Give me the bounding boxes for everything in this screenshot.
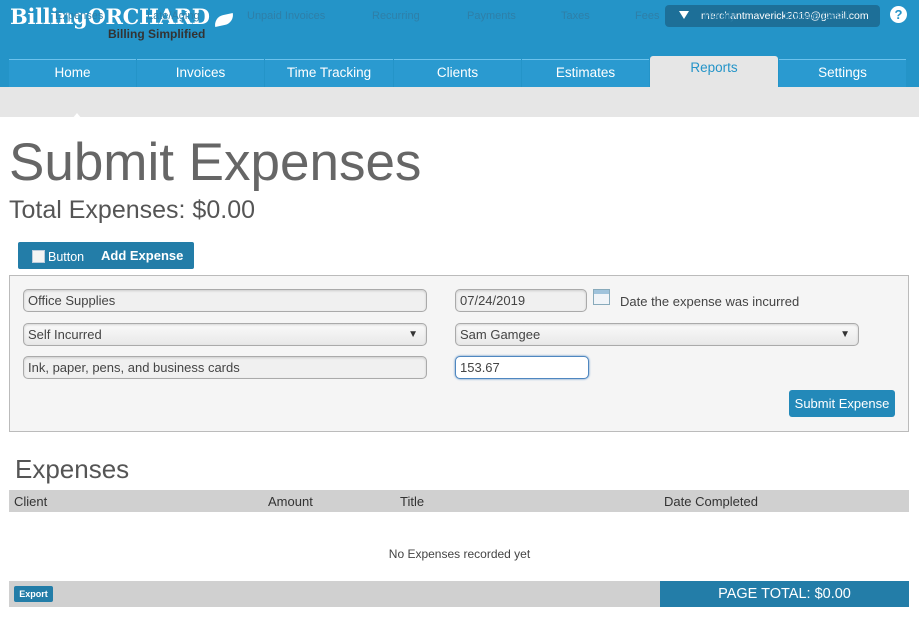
selected-pointer — [72, 113, 82, 119]
app-logo[interactable]: BillingORCHARD — [10, 4, 235, 29]
empty-message: No Expenses recorded yet — [388, 547, 531, 561]
page-total: PAGE TOTAL: $0.00 — [660, 581, 909, 607]
logo-tagline: Billing Simplified — [108, 27, 206, 41]
submit-expense-button[interactable]: Submit Expense — [789, 390, 895, 417]
help-icon[interactable]: ? — [890, 6, 907, 23]
calendar-icon[interactable] — [593, 289, 610, 305]
subnav-late-aging[interactable]: Late/Aging — [147, 10, 200, 22]
source-select[interactable]: Self Incurred ▼ — [23, 323, 427, 346]
description-field[interactable]: Ink, paper, pens, and business cards — [23, 356, 427, 379]
amount-field[interactable]: 153.67 — [455, 356, 589, 379]
add-expense-button[interactable]: Button Add Expense — [18, 242, 194, 269]
subnav-payments[interactable]: Payments — [467, 10, 516, 22]
tab-reports[interactable]: Reports — [650, 56, 778, 90]
tab-invoices[interactable]: Invoices — [137, 59, 264, 87]
tab-estimates[interactable]: Estimates — [522, 59, 649, 87]
page-title: Submit Expenses — [9, 133, 422, 192]
subnav-recurring[interactable]: Recurring — [372, 10, 420, 22]
date-hint: Date the expense was incurred — [620, 294, 800, 309]
total-expenses: Total Expenses: $0.00 — [9, 196, 255, 224]
subnav-hourly[interactable]: Hourly — [704, 10, 736, 22]
source-select-value: Self Incurred — [28, 327, 102, 342]
tab-time-tracking[interactable]: Time Tracking — [265, 59, 393, 87]
category-field[interactable]: Office Supplies — [23, 289, 427, 312]
column-client[interactable]: Client — [14, 494, 47, 509]
expenses-heading: Expenses — [15, 454, 130, 484]
column-date-completed[interactable]: Date Completed — [664, 494, 758, 509]
table-footer — [9, 581, 660, 607]
button-image-alt: Button — [48, 250, 85, 264]
subnav-unpaid-invoices[interactable]: Unpaid Invoices — [247, 10, 325, 22]
person-select[interactable]: Sam Gamgee ▼ — [455, 323, 859, 346]
tab-clients[interactable]: Clients — [394, 59, 521, 87]
broken-image-icon — [32, 250, 45, 263]
subnav-fees[interactable]: Fees — [635, 10, 659, 22]
export-button[interactable]: Export — [14, 586, 53, 602]
subnav-invoice-detail[interactable]: Invoice Detail — [784, 10, 850, 22]
tab-settings[interactable]: Settings — [779, 59, 906, 87]
tab-home[interactable]: Home — [9, 59, 136, 87]
chevron-down-icon: ▼ — [840, 329, 850, 340]
person-select-value: Sam Gamgee — [460, 327, 541, 342]
subnav-taxes[interactable]: Taxes — [561, 10, 590, 22]
table-header: Client Amount Title Date Completed — [9, 490, 909, 512]
caret-down-icon — [679, 11, 689, 20]
add-expense-label: Add Expense — [101, 248, 184, 263]
leaf-icon — [212, 12, 235, 27]
subnav-expenses[interactable]: Expenses — [55, 10, 103, 22]
column-title[interactable]: Title — [400, 494, 424, 509]
chevron-down-icon: ▼ — [408, 329, 418, 340]
date-field[interactable]: 07/24/2019 — [455, 289, 587, 312]
column-amount[interactable]: Amount — [268, 494, 313, 509]
reports-subnav — [0, 87, 919, 117]
